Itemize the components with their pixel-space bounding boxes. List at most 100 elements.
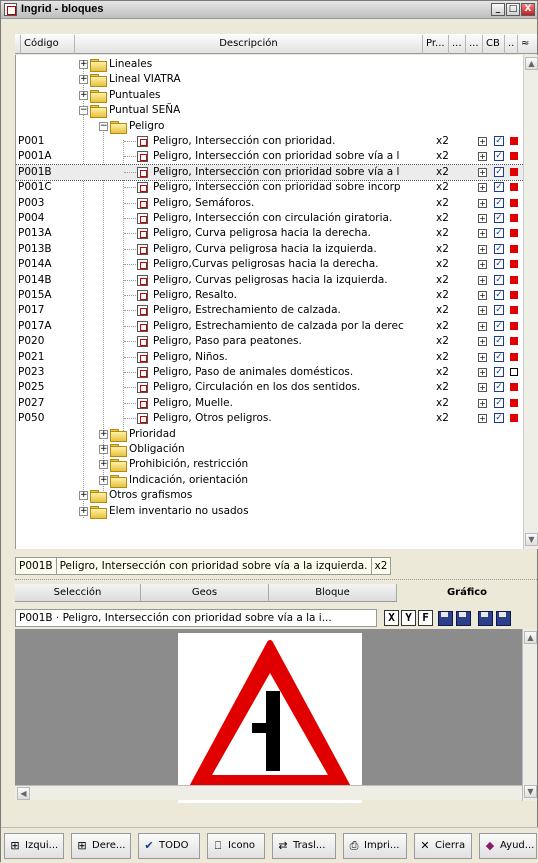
- color-swatch[interactable]: [510, 260, 518, 269]
- tree-item[interactable]: P001A Peligro, Intersección con prioridad…: [16, 149, 523, 164]
- tree-item[interactable]: P027 Peligro, Muelle. x2 + ✓: [16, 396, 523, 411]
- color-swatch[interactable]: [510, 383, 518, 392]
- visible-checkbox[interactable]: ✓: [494, 136, 504, 146]
- collapse-icon[interactable]: −: [99, 121, 108, 131]
- col-dots-2[interactable]: ...: [466, 35, 483, 54]
- tree-item[interactable]: P017A Peligro, Estrechamiento de calzada …: [16, 319, 523, 334]
- expand-icon[interactable]: +: [99, 445, 108, 454]
- tree-item[interactable]: P021 Peligro, Niños. x2 + ✓: [16, 350, 523, 365]
- fit-button[interactable]: F: [418, 610, 433, 626]
- graphic-vertical-scrollbar[interactable]: ▲ ▼: [522, 629, 537, 801]
- expand-icon[interactable]: +: [79, 491, 88, 501]
- visible-checkbox[interactable]: ✓: [494, 305, 504, 316]
- expand-icon[interactable]: +: [99, 429, 108, 439]
- color-swatch[interactable]: [510, 183, 518, 192]
- visible-checkbox[interactable]: ✓: [494, 351, 504, 362]
- color-swatch[interactable]: [510, 244, 518, 253]
- tree-subgroup[interactable]: + Prioridad: [16, 427, 523, 442]
- expand-icon[interactable]: +: [99, 460, 108, 470]
- color-swatch[interactable]: [510, 321, 518, 330]
- col-dots-3[interactable]: ..: [505, 35, 518, 54]
- expand-item-icon[interactable]: +: [478, 337, 487, 347]
- close-window-button[interactable]: X: [521, 3, 535, 16]
- tree-group[interactable]: − Puntual SEÑA: [16, 103, 523, 119]
- expand-icon[interactable]: +: [99, 475, 108, 485]
- tree-item[interactable]: P017 Peligro, Estrechamiento de calzada. x…: [16, 303, 523, 318]
- expand-item-icon[interactable]: +: [478, 260, 487, 270]
- expand-icon[interactable]: +: [79, 506, 88, 516]
- tree-item[interactable]: P014A Peligro,Curvas peligrosas hacia la …: [16, 257, 523, 272]
- tree-item[interactable]: P023 Peligro, Paso de animales domésticos…: [16, 365, 523, 380]
- tab-bloque[interactable]: Bloque: [269, 584, 397, 602]
- tree-item[interactable]: P013A Peligro, Curva peligrosa hacia la d…: [16, 226, 523, 241]
- expand-icon[interactable]: +: [79, 75, 88, 85]
- col-descripcion[interactable]: Descripción: [75, 35, 423, 54]
- todo-button[interactable]: ✔ TODO: [138, 833, 200, 859]
- visible-checkbox[interactable]: ✓: [494, 290, 504, 300]
- col-cb[interactable]: CB: [483, 35, 505, 54]
- col-pr[interactable]: Pr...: [423, 35, 449, 54]
- tab-grafico[interactable]: Gráfico: [397, 584, 537, 602]
- tree-group[interactable]: + Puntuales: [16, 88, 523, 103]
- tab-geos[interactable]: Geos: [141, 584, 269, 602]
- expand-item-icon[interactable]: +: [478, 368, 487, 377]
- maximize-button[interactable]: □: [506, 3, 520, 16]
- col-codigo[interactable]: Código: [21, 35, 75, 54]
- save-icon[interactable]: [437, 610, 453, 626]
- expand-item-icon[interactable]: +: [478, 275, 487, 285]
- tree-subgroup-peligro[interactable]: − Peligro: [16, 119, 523, 134]
- tree-group[interactable]: + Lineal VIATRA: [16, 72, 523, 88]
- tree-item[interactable]: P001 Peligro, Intersección con prioridad.…: [16, 134, 523, 149]
- ayud-button[interactable]: ◆ Ayud...: [479, 833, 537, 859]
- tree-item[interactable]: P015A Peligro, Resalto. x2 + ✓: [16, 288, 523, 303]
- flip-x-button[interactable]: X: [384, 610, 399, 626]
- col-settings[interactable]: ≈: [518, 35, 537, 54]
- graphic-scroll-down-icon[interactable]: ▼: [524, 785, 537, 798]
- tree-item[interactable]: P025 Peligro, Circulación en los dos sent…: [16, 380, 523, 395]
- tree-group[interactable]: + Otros grafismos: [16, 488, 523, 504]
- trasl-button[interactable]: ⇄ Trasl...: [272, 833, 336, 859]
- visible-checkbox[interactable]: ✓: [494, 228, 504, 239]
- expand-item-icon[interactable]: +: [478, 214, 487, 223]
- save-all-icon[interactable]: [477, 610, 493, 626]
- cierra-button[interactable]: ✕ Cierra: [414, 833, 472, 859]
- expand-icon[interactable]: +: [79, 90, 88, 100]
- visible-checkbox[interactable]: ✓: [494, 320, 504, 331]
- graphic-horizontal-scrollbar[interactable]: ◀: [15, 785, 522, 800]
- dere-button[interactable]: ⊞ Dere...: [71, 833, 131, 859]
- color-swatch[interactable]: [510, 352, 518, 361]
- color-swatch[interactable]: [510, 229, 518, 238]
- tree-item[interactable]: P013B Peligro, Curva peligrosa hacia la i…: [16, 242, 523, 257]
- pane-splitter[interactable]: [15, 579, 537, 582]
- col-dots-1[interactable]: ...: [449, 35, 466, 54]
- tree-item[interactable]: P001B Peligro, Intersección con prioridad…: [16, 163, 523, 181]
- izqui-button[interactable]: ⊞ Izqui...: [4, 833, 64, 859]
- magic-wand-icon[interactable]: [495, 610, 511, 626]
- expand-item-icon[interactable]: +: [478, 167, 487, 177]
- tree-item[interactable]: P014B Peligro, Curvas peligrosas hacia la…: [16, 273, 523, 288]
- visible-checkbox[interactable]: ✓: [494, 182, 504, 193]
- visible-checkbox[interactable]: ✓: [494, 367, 504, 377]
- title-bar[interactable]: Ingrid - bloques _ □ X: [1, 1, 537, 19]
- visible-checkbox[interactable]: ✓: [494, 413, 504, 424]
- save-as-icon[interactable]: [455, 610, 471, 626]
- tree-group[interactable]: + Lineales: [16, 57, 523, 72]
- tree-item[interactable]: P001C Peligro, Intersección con prioridad…: [16, 180, 523, 195]
- tree-subgroup[interactable]: + Indicación, orientación: [16, 473, 523, 488]
- color-swatch[interactable]: [510, 398, 518, 407]
- tab-seleccion[interactable]: Selección: [15, 584, 141, 602]
- visible-checkbox[interactable]: ✓: [494, 274, 504, 285]
- color-swatch[interactable]: [510, 306, 518, 315]
- expand-item-icon[interactable]: +: [478, 152, 487, 162]
- expand-item-icon[interactable]: +: [478, 291, 487, 300]
- color-swatch[interactable]: [510, 337, 518, 346]
- tree-subgroup[interactable]: + Prohibición, restricción: [16, 457, 523, 473]
- expand-item-icon[interactable]: +: [478, 398, 487, 408]
- expand-item-icon[interactable]: +: [478, 244, 487, 254]
- color-swatch[interactable]: [510, 291, 518, 299]
- expand-icon[interactable]: +: [79, 60, 88, 69]
- expand-item-icon[interactable]: +: [478, 383, 487, 393]
- expand-item-icon[interactable]: +: [478, 229, 487, 239]
- expand-item-icon[interactable]: +: [478, 198, 487, 208]
- visible-checkbox[interactable]: ✓: [494, 166, 504, 177]
